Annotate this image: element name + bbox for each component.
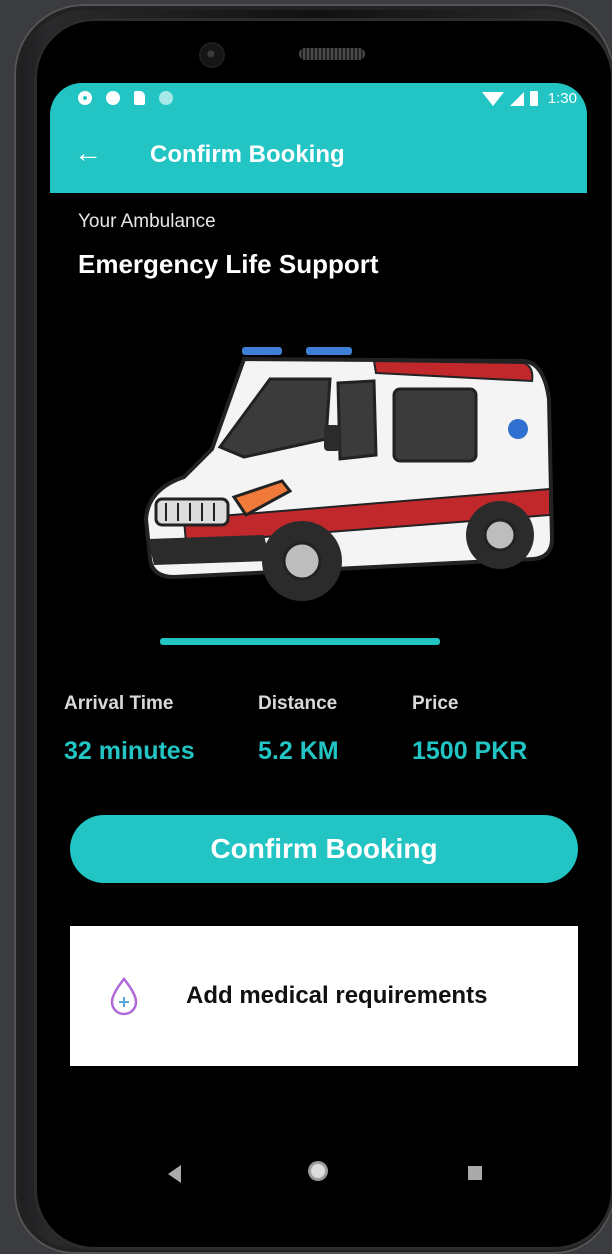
nav-home-icon[interactable] bbox=[308, 1161, 328, 1181]
stat-price: Price 1500 PKR bbox=[412, 693, 527, 766]
stat-distance-value: 5.2 KM bbox=[258, 737, 339, 765]
ambulance-name: Emergency Life Support bbox=[78, 249, 379, 279]
play-icon bbox=[106, 91, 120, 105]
status-icons-left bbox=[78, 91, 173, 105]
nav-recent-apps-icon[interactable] bbox=[468, 1166, 482, 1180]
progress-bar bbox=[160, 638, 440, 645]
nav-back-icon[interactable] bbox=[168, 1165, 181, 1183]
stat-price-value: 1500 PKR bbox=[412, 737, 528, 765]
stat-arrival-value: 32 minutes bbox=[64, 737, 195, 765]
status-time: 1:30 bbox=[547, 90, 577, 107]
stat-arrival-label: Arrival Time bbox=[64, 693, 174, 714]
medical-requirements-label: Add medical requirements bbox=[186, 982, 488, 1009]
settings-icon bbox=[78, 91, 92, 105]
wifi-icon bbox=[481, 91, 504, 106]
progress-fill bbox=[160, 638, 440, 645]
page-title: Confirm Booking bbox=[150, 141, 345, 168]
signal-icon bbox=[509, 91, 524, 106]
drop-plus-icon bbox=[110, 976, 138, 1016]
status-bar: 1:30 bbox=[50, 83, 587, 117]
front-camera bbox=[201, 44, 223, 66]
ambulance-image bbox=[143, 347, 555, 601]
app-screen: 1:30 ← Confirm Booking Your Ambulance Em… bbox=[50, 83, 587, 1203]
stat-distance-label: Distance bbox=[258, 693, 338, 714]
battery-icon bbox=[529, 91, 538, 106]
arrow-left-icon[interactable]: ← bbox=[74, 139, 104, 167]
confirm-booking-button[interactable]: Confirm Booking bbox=[70, 815, 578, 883]
status-icons-right: 1:30 bbox=[481, 90, 577, 107]
stat-distance: Distance 5.2 KM bbox=[258, 693, 339, 766]
sd-card-icon bbox=[134, 91, 145, 105]
system-nav-bar bbox=[50, 1145, 587, 1205]
earpiece-speaker bbox=[299, 48, 365, 60]
ambulance-label: Your Ambulance bbox=[78, 211, 216, 232]
medical-requirements-card[interactable]: Add medical requirements bbox=[70, 926, 578, 1066]
app-bar: 1:30 ← Confirm Booking bbox=[50, 83, 587, 193]
stat-price-label: Price bbox=[412, 693, 459, 714]
stat-arrival: Arrival Time 32 minutes bbox=[64, 693, 195, 766]
circle-icon bbox=[159, 91, 173, 105]
